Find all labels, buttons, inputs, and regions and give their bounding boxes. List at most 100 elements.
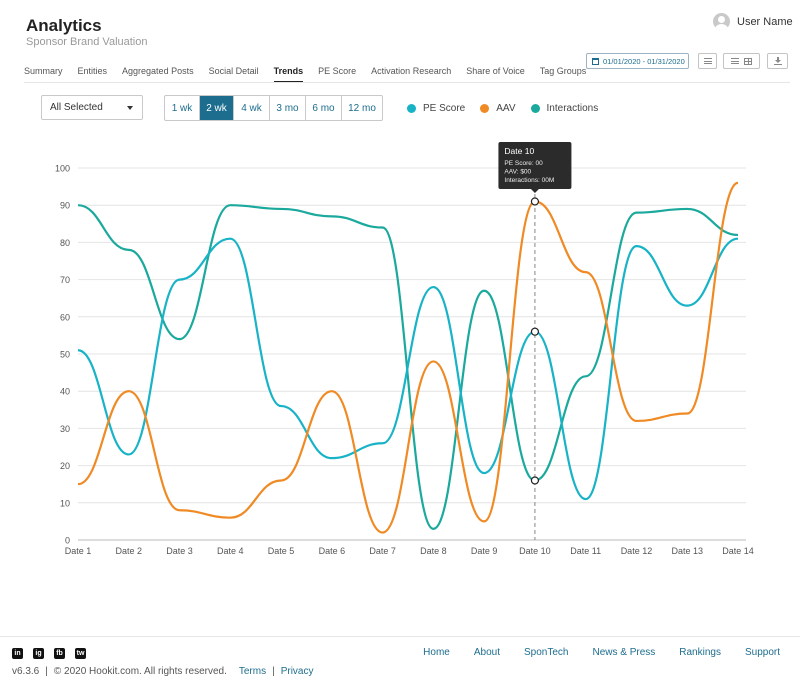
terms-link[interactable]: Terms <box>239 666 266 677</box>
version-label: v6.3.6 <box>12 666 40 677</box>
tab-summary[interactable]: Summary <box>24 66 63 83</box>
tab-entities[interactable]: Entities <box>78 66 108 83</box>
footer-link-rankings[interactable]: Rankings <box>679 647 721 658</box>
tooltip-title: Date 10 <box>504 146 534 156</box>
chart-legend: PE Score AAV Interactions <box>407 103 613 114</box>
hover-point-pe-score <box>530 327 540 336</box>
privacy-link[interactable]: Privacy <box>281 666 314 677</box>
y-tick-label: 70 <box>60 275 70 285</box>
entity-select-value: All Selected <box>50 102 103 113</box>
linkedin-icon[interactable]: in <box>12 648 23 659</box>
legend-item-aav[interactable]: AAV <box>480 103 516 114</box>
footer-link-spontech[interactable]: SponTech <box>524 647 568 658</box>
view-toggle-button[interactable] <box>723 53 760 69</box>
calendar-icon <box>592 57 599 65</box>
x-tick-label: Date 1 <box>65 546 92 556</box>
x-tick-label: Date 9 <box>471 546 498 556</box>
chevron-down-icon <box>127 106 133 110</box>
user-menu[interactable]: User Name <box>713 13 793 30</box>
user-name: User Name <box>737 15 793 28</box>
footer-divider <box>0 636 800 637</box>
x-tick-label: Date 7 <box>369 546 396 556</box>
date-range-label: 01/01/2020 - 01/31/2020 <box>603 56 685 66</box>
y-tick-label: 0 <box>65 536 70 546</box>
facebook-icon[interactable]: fb <box>54 648 65 659</box>
x-tick-label: Date 13 <box>671 546 703 556</box>
copyright-text: © 2020 Hookit.com. All rights reserved. <box>53 666 227 677</box>
legend-label: PE Score <box>423 103 466 114</box>
hover-point-aav <box>530 197 540 206</box>
grid-icon <box>744 57 752 65</box>
time-range-group: 1 wk 2 wk 4 wk 3 mo 6 mo 12 mo <box>164 95 383 121</box>
user-avatar-icon <box>713 13 730 30</box>
separator: | <box>272 666 275 677</box>
y-tick-label: 80 <box>60 238 70 248</box>
download-icon <box>773 57 782 65</box>
footer-link-home[interactable]: Home <box>423 647 450 658</box>
entity-select[interactable]: All Selected <box>41 95 143 120</box>
x-tick-label: Date 3 <box>166 546 193 556</box>
legend-label: AAV <box>496 103 516 114</box>
range-3-mo-button[interactable]: 3 mo <box>270 96 306 120</box>
x-tick-label: Date 4 <box>217 546 244 556</box>
footer-link-support[interactable]: Support <box>745 647 780 658</box>
y-tick-label: 10 <box>60 498 70 508</box>
legend-swatch <box>530 104 540 113</box>
y-tick-label: 100 <box>55 164 70 174</box>
y-tick-label: 30 <box>60 424 70 434</box>
x-tick-label: Date 2 <box>116 546 143 556</box>
x-tick-label: Date 12 <box>621 546 653 556</box>
tooltip-arrow <box>530 189 539 193</box>
main-nav: Summary Entities Aggregated Posts Social De… <box>24 66 601 83</box>
date-range-picker[interactable]: 01/01/2020 - 01/31/2020 <box>586 53 689 69</box>
tab-social-detail[interactable]: Social Detail <box>209 66 259 83</box>
footer-link-about[interactable]: About <box>474 647 500 658</box>
range-1-wk-button[interactable]: 1 wk <box>165 96 200 120</box>
app-subtitle: Sponsor Brand Valuation <box>26 36 148 48</box>
series-line-pe-score <box>77 237 739 501</box>
x-tick-label: Date 14 <box>722 546 754 556</box>
list-icon <box>703 58 712 64</box>
app-title: Analytics <box>26 16 102 35</box>
tab-trends[interactable]: Trends <box>273 66 304 83</box>
twitter-icon[interactable]: tw <box>75 648 86 659</box>
hover-point-interactions <box>530 476 540 485</box>
tooltip-line: Interactions: 00M <box>504 177 554 184</box>
social-links: in ig fb tw <box>12 648 96 659</box>
tooltip-line: AAV: $00 <box>504 169 531 176</box>
y-tick-label: 60 <box>60 312 70 322</box>
legend-item-interactions[interactable]: Interactions <box>530 103 599 114</box>
legend-swatch <box>407 104 416 113</box>
tab-tag-groups[interactable]: Tag Groups <box>540 66 587 83</box>
instagram-icon[interactable]: ig <box>33 648 44 659</box>
x-tick-label: Date 5 <box>268 546 295 556</box>
tab-activation-research[interactable]: Activation Research <box>371 66 451 83</box>
y-tick-label: 90 <box>60 201 70 211</box>
rows-icon <box>731 58 739 64</box>
list-view-button[interactable] <box>698 53 717 69</box>
tab-aggregated-posts[interactable]: Aggregated Posts <box>122 66 194 83</box>
chart-tooltip: Date 10 PE Score: 00 AAV: $00Interactions:… <box>498 142 572 193</box>
range-12-mo-button[interactable]: 12 mo <box>342 96 382 120</box>
nav-divider <box>24 82 790 83</box>
legend-label: Interactions <box>546 103 599 114</box>
footer-links: Home About SponTech News & Press Rankings Sup… <box>423 647 780 658</box>
download-button[interactable] <box>767 53 788 69</box>
legend-item-pe-score[interactable]: PE Score <box>407 103 465 114</box>
separator: | <box>45 666 48 677</box>
range-2-wk-button[interactable]: 2 wk <box>200 96 234 120</box>
y-tick-label: 50 <box>60 350 70 360</box>
y-tick-label: 40 <box>60 387 70 397</box>
footer-link-news-press[interactable]: News & Press <box>592 647 655 658</box>
x-tick-label: Date 6 <box>319 546 346 556</box>
x-tick-label: Date 11 <box>570 546 601 556</box>
range-6-mo-button[interactable]: 6 mo <box>306 96 342 120</box>
series-line-aav <box>77 181 739 534</box>
tab-share-of-voice[interactable]: Share of Voice <box>466 66 525 83</box>
tooltip-line: PE Score: 00 <box>504 160 543 167</box>
footer-legal: v6.3.6 | © 2020 Hookit.com. All rights r… <box>12 666 314 677</box>
range-4-wk-button[interactable]: 4 wk <box>234 96 270 120</box>
y-tick-label: 20 <box>60 461 70 471</box>
tab-pe-score[interactable]: PE Score <box>318 66 356 83</box>
trends-line-chart: 0 10 20 30 40 50 60 70 80 90 100 Date 1 Date 2 Date 3… <box>55 142 754 556</box>
